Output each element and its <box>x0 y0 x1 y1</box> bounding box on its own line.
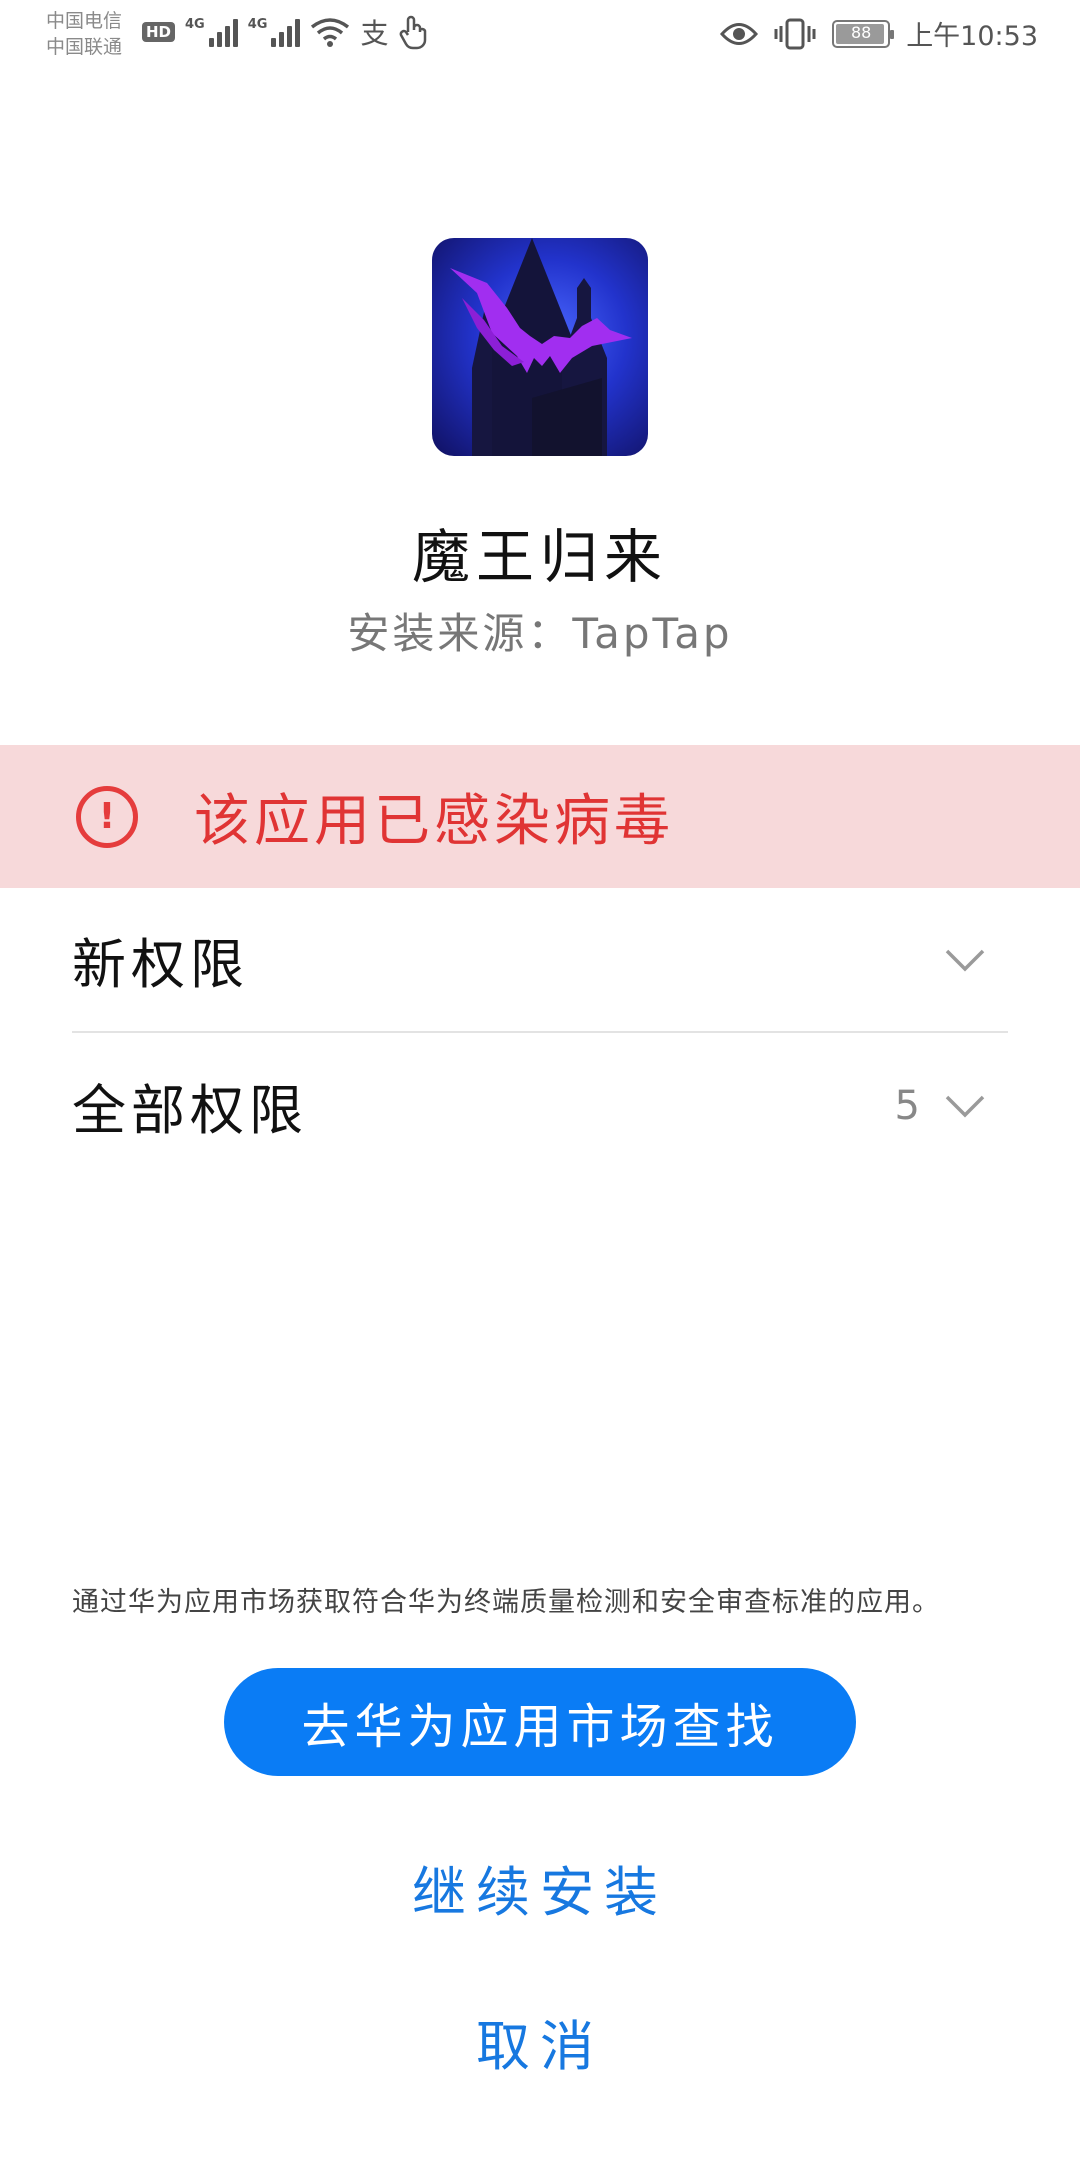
chevron-down-icon[interactable] <box>944 1093 986 1119</box>
carrier-2: 中国联通 <box>46 36 123 58</box>
all-permissions-row[interactable]: 全部权限 5 <box>72 1033 1008 1178</box>
touch-icon <box>400 15 427 50</box>
appgallery-notice: 通过华为应用市场获取符合华为终端质量检测和安全审查标准的应用。 <box>72 1587 940 1618</box>
signal-icon: 4G <box>185 17 238 47</box>
hd-icon: HD <box>142 22 176 42</box>
battery-icon: 88 <box>832 19 895 48</box>
eye-icon <box>720 22 759 45</box>
status-icons-right: 88 上午10:53 <box>720 14 1038 53</box>
install-screen: 中国电信 中国联通 HD 4G 4G 支 88 上午10:53 魔王归来 安装来… <box>0 0 1080 2160</box>
app-name: 魔王归来 <box>411 523 668 591</box>
warning-text: 该应用已感染病毒 <box>194 789 674 854</box>
vibrate-icon <box>774 18 816 49</box>
status-icons-left: HD 4G 4G 支 <box>142 10 428 54</box>
go-to-appgallery-button[interactable]: 去华为应用市场查找 <box>224 1668 856 1776</box>
permission-count: 5 <box>894 1082 920 1129</box>
battery-level: 88 <box>851 22 872 42</box>
wifi-icon <box>311 18 350 47</box>
alipay-icon: 支 <box>360 17 389 50</box>
new-permissions-row[interactable]: 新权限 <box>72 888 1008 1033</box>
cancel-button[interactable]: 取消 <box>0 2002 1080 2081</box>
chevron-down-icon[interactable] <box>944 947 986 973</box>
continue-install-button[interactable]: 继续安装 <box>0 1848 1080 1927</box>
status-bar: 中国电信 中国联通 HD 4G 4G 支 88 上午10:53 <box>0 0 1080 70</box>
app-icon <box>432 238 648 456</box>
carrier-1: 中国电信 <box>46 10 123 32</box>
castle-bat-app-icon <box>450 238 632 456</box>
virus-warning-banner: ! 该应用已感染病毒 <box>0 745 1080 888</box>
exclamation-circle-icon: ! <box>76 785 138 848</box>
signal-icon: 4G <box>248 17 301 47</box>
network-type-1: 4G <box>185 17 205 32</box>
network-type-2: 4G <box>247 17 268 32</box>
clock: 上午10:53 <box>906 21 1038 52</box>
all-permissions-label: 全部权限 <box>72 1079 308 1142</box>
carrier-info: 中国电信 中国联通 <box>46 8 122 60</box>
new-permissions-label: 新权限 <box>72 933 249 996</box>
install-source: 安装来源：TapTap <box>347 609 733 658</box>
